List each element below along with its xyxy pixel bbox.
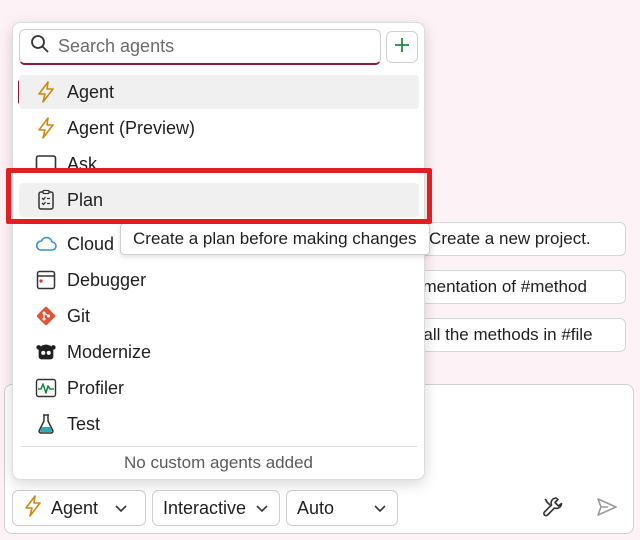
model-label: Auto — [297, 497, 335, 518]
agent-item-agent[interactable]: Agent — [19, 75, 419, 109]
agent-item-test[interactable]: Test — [19, 407, 419, 441]
send-icon — [595, 495, 619, 524]
interactive-mode-label: Interactive — [163, 497, 247, 518]
git-icon — [35, 305, 57, 327]
search-icon — [30, 34, 50, 59]
agent-item-label: Modernize — [67, 341, 152, 362]
lightning-icon — [35, 117, 57, 139]
add-agent-button[interactable] — [386, 31, 418, 63]
agent-search-input[interactable] — [58, 36, 358, 57]
suggestion-create-project[interactable]: S Create a new project. — [400, 222, 626, 256]
agent-mode-dropdown[interactable]: Agent — [12, 490, 146, 526]
lightning-icon — [23, 494, 43, 522]
modernize-bot-icon — [35, 341, 57, 363]
lightning-icon — [35, 81, 57, 103]
agent-item-modernize[interactable]: Modernize — [19, 335, 419, 369]
agent-item-label: Test — [67, 413, 101, 434]
agent-item-profiler[interactable]: Profiler — [19, 371, 419, 405]
wrench-icon — [541, 495, 565, 524]
agent-item-label: Agent — [67, 81, 115, 102]
popup-divider — [21, 446, 417, 447]
profiler-pulse-icon — [35, 377, 57, 399]
agent-item-agent-preview[interactable]: Agent (Preview) — [19, 111, 419, 145]
interactive-mode-dropdown[interactable]: Interactive — [152, 490, 280, 526]
chevron-down-icon — [114, 498, 128, 519]
agent-item-label: Cloud — [67, 233, 115, 254]
agent-search-box[interactable] — [19, 29, 381, 65]
model-dropdown[interactable]: Auto — [286, 490, 398, 526]
cloud-icon — [35, 233, 57, 255]
stage: S Create a new project. ementation of #m… — [0, 0, 640, 540]
highlight-box — [6, 168, 432, 224]
plan-tooltip: Create a plan before making changes — [120, 223, 430, 255]
suggestion-methods-in-file[interactable]: r all the methods in #file — [400, 318, 626, 352]
tools-button[interactable] — [536, 492, 570, 526]
agent-item-debugger[interactable]: Debugger — [19, 263, 419, 297]
no-custom-agents-message: No custom agents added — [123, 453, 313, 472]
debugger-window-icon — [35, 269, 57, 291]
chevron-down-icon — [255, 498, 269, 519]
agent-item-git[interactable]: Git — [19, 299, 419, 333]
chevron-down-icon — [373, 498, 387, 519]
agent-item-label: Debugger — [67, 269, 147, 290]
agent-item-label: Agent (Preview) — [67, 117, 196, 138]
agent-item-label: Git — [67, 305, 91, 326]
flask-icon — [35, 413, 57, 435]
agent-mode-label: Agent — [51, 497, 99, 518]
send-button[interactable] — [590, 492, 624, 526]
chat-bottom-toolbar: Agent Interactive Auto — [12, 490, 398, 526]
plus-icon — [393, 36, 411, 59]
suggestion-implementation-method[interactable]: ementation of #method — [400, 270, 626, 304]
agent-item-label: Profiler — [67, 377, 125, 398]
